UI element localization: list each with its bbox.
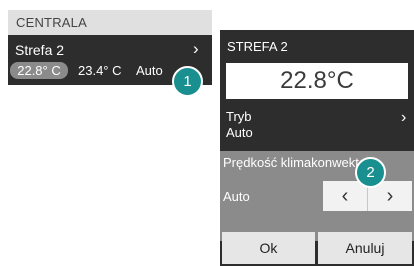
fan-speed-row: Prędkość klimakonwektora Auto ‹ ›: [220, 151, 414, 241]
ok-label: Ok: [259, 240, 278, 256]
callout-marker-1: 1: [172, 66, 203, 97]
centrala-header: CENTRALA: [8, 10, 212, 35]
set-temperature: 23.4° C: [78, 63, 122, 78]
current-temperature-badge: 22.8° C: [10, 62, 68, 79]
callout-marker-2: 2: [355, 157, 386, 188]
centrala-title: CENTRALA: [16, 15, 87, 30]
zone-mode: Auto: [136, 63, 163, 78]
mode-row[interactable]: Tryb Auto ›: [220, 106, 414, 146]
zone-name: Strefa 2: [15, 42, 65, 58]
fan-speed-label: Prędkość klimakonwektora: [223, 155, 378, 170]
temperature-value: 22.8°C: [280, 67, 354, 94]
mode-value: Auto: [226, 125, 253, 140]
cancel-button[interactable]: Anuluj: [318, 232, 412, 264]
mode-label: Tryb: [226, 109, 252, 124]
chevron-right-icon: ›: [401, 109, 407, 126]
temperature-display: 22.8°C: [226, 63, 408, 99]
zone-settings-panel: STREFA 2 22.8°C Tryb Auto › Prędkość kli…: [220, 30, 414, 266]
panel-title: STREFA 2: [227, 39, 288, 54]
callout-number: 1: [183, 73, 192, 90]
cancel-label: Anuluj: [345, 240, 385, 256]
chevron-right-icon: ›: [193, 39, 199, 58]
ok-button[interactable]: Ok: [222, 232, 315, 264]
chevron-left-icon: ‹: [341, 184, 349, 207]
chevron-right-icon: ›: [386, 184, 394, 207]
callout-number: 2: [366, 164, 375, 181]
fan-speed-value: Auto: [223, 189, 250, 204]
